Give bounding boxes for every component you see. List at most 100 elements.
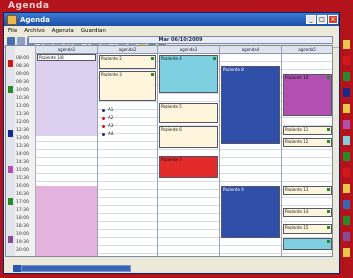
time-label: 15:00 — [16, 168, 29, 173]
legend-label: A1 — [108, 107, 114, 112]
banner-title: Agenda — [8, 1, 50, 11]
time-label: 09:30 — [16, 80, 29, 85]
menu-archivio[interactable]: Archivo — [24, 28, 45, 34]
legend-dot — [102, 109, 105, 112]
appointment[interactable]: Paziente 12 — [283, 138, 332, 147]
appointment[interactable]: Paziente 15 — [283, 224, 332, 234]
column-header: agenda5 — [282, 46, 332, 54]
time-label: 14:00 — [16, 152, 29, 157]
time-label: 13:00 — [16, 136, 29, 141]
palette-swatch[interactable] — [343, 120, 350, 129]
time-column: 08:00 08:30 09:00 09:30 10:00 10:30 11:00 11:30… — [15, 46, 36, 256]
palette-swatch[interactable] — [343, 200, 350, 209]
time-label: 15:30 — [16, 176, 29, 181]
time-label: 13:30 — [16, 144, 29, 149]
palette-swatch[interactable] — [343, 136, 350, 145]
appointment[interactable]: Paziente 13 — [283, 186, 332, 195]
column-header: agenda4 — [220, 46, 281, 54]
strip-marker[interactable] — [8, 130, 13, 137]
maximize-button[interactable]: □ — [317, 15, 327, 24]
time-label: 18:30 — [16, 224, 29, 229]
title-bar: Agenda _ □ × — [4, 13, 339, 26]
time-label: 17:00 — [16, 200, 29, 205]
menu-bar: File Archivo Agenzia Guardian — [4, 26, 339, 35]
agenda-column-4[interactable]: agenda4 Paziente 8 Paziente 9 — [220, 46, 282, 256]
time-label: 17:30 — [16, 208, 29, 213]
time-label: 19:30 — [16, 240, 29, 245]
column-header: agenda1 — [36, 46, 97, 54]
legend-dot — [102, 125, 105, 128]
time-label: 19:00 — [16, 232, 29, 237]
time-label: 16:00 — [16, 184, 29, 189]
palette-swatch[interactable] — [343, 40, 350, 49]
date-header: Mar 06/10/2009 — [28, 36, 333, 44]
time-label: 12:30 — [16, 128, 29, 133]
time-label: 08:00 — [16, 56, 29, 61]
palette-swatch[interactable] — [343, 72, 350, 81]
legend-dot — [102, 117, 105, 120]
appointment[interactable]: Paziente 11 — [283, 126, 332, 135]
toolbar-calendar-icon[interactable] — [17, 37, 25, 45]
legend-label: A3 — [108, 123, 114, 128]
time-label: 11:30 — [16, 112, 29, 117]
appointment[interactable]: Paziente 8 — [221, 66, 280, 144]
window-title: Agenda — [20, 15, 50, 24]
time-label: 18:00 — [16, 216, 29, 221]
strip-marker[interactable] — [8, 198, 13, 205]
palette-swatch[interactable] — [343, 152, 350, 161]
appointment[interactable]: Paziente 9 — [221, 186, 280, 238]
palette-swatch[interactable] — [343, 168, 350, 177]
palette-swatch[interactable] — [343, 216, 350, 225]
strip-marker[interactable] — [8, 60, 13, 67]
time-label: 20:00 — [16, 248, 29, 253]
lavender-block — [36, 54, 97, 136]
appointment[interactable]: Paziente 2 — [99, 55, 156, 69]
palette-swatch[interactable] — [343, 232, 350, 241]
agenda-column-2[interactable]: agenda2 Paziente 2 Paziente 3 A1 A2 A3 A… — [98, 46, 158, 256]
palette-swatch[interactable] — [343, 184, 350, 193]
palette-swatch[interactable] — [343, 88, 350, 97]
legend-label: A2 — [108, 115, 114, 120]
toolbar-new-icon[interactable] — [7, 37, 15, 45]
agenda-column-1[interactable]: agenda1 Paziente 1/8 — [36, 46, 98, 256]
time-label: 11:00 — [16, 104, 29, 109]
appointment[interactable]: Paziente 5 — [159, 103, 218, 123]
appointment[interactable]: Paziente 14 — [283, 208, 332, 217]
appointment[interactable]: Paziente 4 — [159, 55, 218, 93]
menu-guardian[interactable]: Guardian — [81, 28, 106, 34]
appointment[interactable]: Paziente 10 — [283, 74, 332, 116]
column-header: agenda3 — [158, 46, 219, 54]
time-label: 16:30 — [16, 192, 29, 197]
menu-file[interactable]: File — [8, 28, 17, 34]
palette-swatch[interactable] — [343, 248, 350, 257]
agenda-grid: 08:00 08:30 09:00 09:30 10:00 10:30 11:00 11:30… — [5, 45, 333, 257]
strip-marker[interactable] — [8, 86, 13, 93]
appointment[interactable]: Paziente 6 — [159, 126, 218, 148]
time-label: 12:00 — [16, 120, 29, 125]
column-header: agenda2 — [98, 46, 157, 54]
app-icon — [7, 14, 17, 25]
close-button[interactable]: × — [328, 15, 338, 24]
appointment[interactable]: Paziente 7 — [159, 156, 218, 178]
palette-swatch[interactable] — [343, 56, 350, 65]
strip-marker[interactable] — [8, 166, 13, 173]
bottom-scrollbar[interactable] — [21, 265, 131, 272]
legend-label: A4 — [108, 131, 114, 136]
time-label: 10:30 — [16, 96, 29, 101]
pink-block — [36, 186, 97, 256]
agenda-column-3[interactable]: agenda3 Paziente 4 Paziente 5 Paziente 6… — [158, 46, 220, 256]
agenda-column-5[interactable]: agenda5 Paziente 10 Paziente 11 Paziente… — [282, 46, 332, 256]
appointment[interactable] — [283, 238, 332, 250]
color-palette — [342, 40, 351, 270]
menu-agenzia[interactable]: Agenzia — [52, 28, 74, 34]
minimize-button[interactable]: _ — [306, 15, 316, 24]
time-label: 10:00 — [16, 88, 29, 93]
strip-marker[interactable] — [8, 236, 13, 243]
time-label: 14:30 — [16, 160, 29, 165]
time-label: 09:00 — [16, 72, 29, 77]
legend-dot — [102, 133, 105, 136]
appointment[interactable]: Paziente 3 — [99, 71, 156, 101]
palette-swatch[interactable] — [343, 104, 350, 113]
appointment[interactable]: Paziente 1/8 — [37, 54, 96, 61]
time-label: 08:30 — [16, 64, 29, 69]
